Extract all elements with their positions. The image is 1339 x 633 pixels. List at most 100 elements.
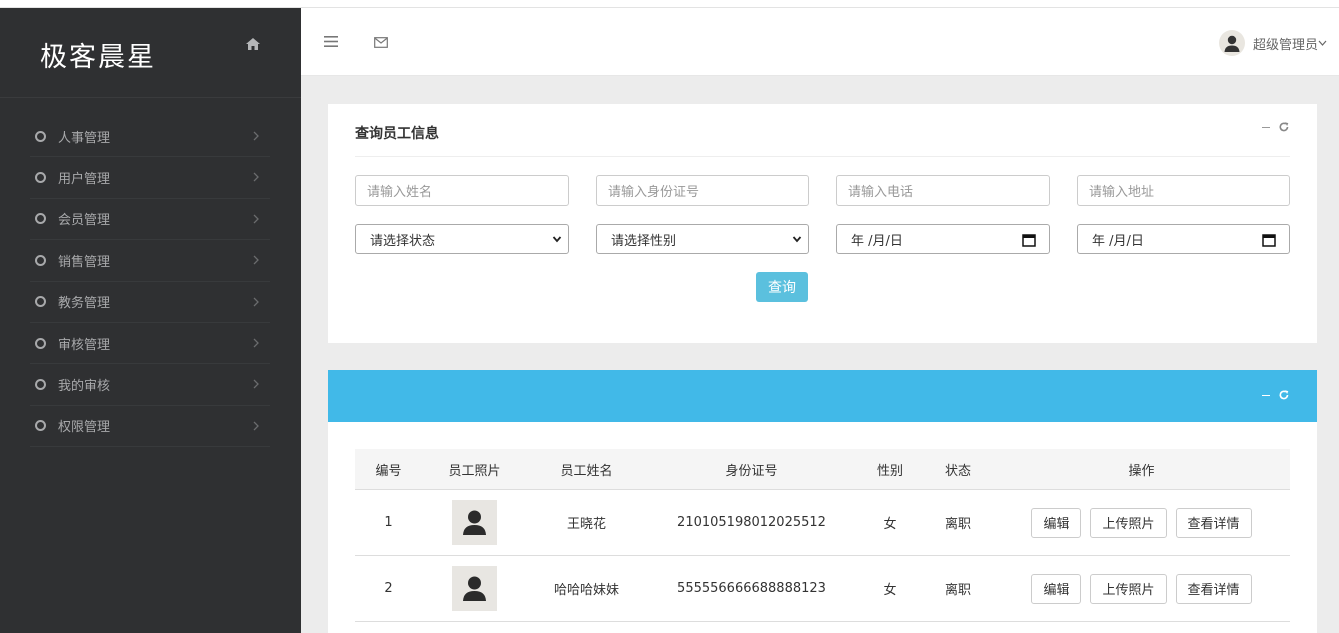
start-date-input[interactable]: 年 /月/日 [836,224,1050,254]
sidebar-item-users[interactable]: 用户管理 [30,157,270,199]
gender-select-value: 请选择性别 [611,233,677,249]
panel-title: 查询员工信息 [355,126,439,142]
query-button[interactable]: 查询 [756,272,808,302]
avatar-icon [452,566,497,611]
col-header-photo: 员工照片 [448,463,501,479]
panel-tools [1262,390,1289,400]
sidebar-item-label: 人事管理 [58,130,111,146]
upload-photo-button[interactable]: 上传照片 [1090,507,1167,538]
chevron-right-icon [253,214,259,224]
address-input[interactable]: 请输入地址 [1077,175,1290,206]
refresh-icon[interactable] [1279,390,1289,400]
sidebar-item-label: 用户管理 [58,172,111,188]
col-header-actions: 操作 [1128,463,1155,479]
avatar-icon [452,500,497,545]
sidebar-item-label: 权限管理 [58,420,111,436]
cell-actions: 编辑 上传照片 查看详情 [993,507,1290,538]
col-header-id: 编号 [375,463,402,479]
edit-button[interactable]: 编辑 [1031,573,1082,604]
sidebar-item-label: 销售管理 [58,254,111,270]
sidebar-item-my-review[interactable]: 我的审核 [30,364,270,406]
top-strip [0,0,1339,8]
collapse-icon[interactable] [1262,126,1270,128]
col-header-id-card: 身份证号 [725,463,778,479]
circle-icon [35,130,46,142]
col-header-status: 状态 [944,463,971,479]
sidebar-item-label: 教务管理 [58,296,111,312]
chevron-right-icon [253,338,259,348]
logo: 极客晨星 [40,42,156,73]
mail-icon[interactable] [374,37,388,48]
chevron-right-icon [253,131,259,141]
employee-table: 编号 员工照片 员工姓名 身份证号 性别 状态 操作 1 王晓花 2101051… [355,449,1290,622]
calendar-icon[interactable] [1022,233,1036,247]
circle-icon [35,337,46,349]
cell-gender: 女 [883,517,897,532]
end-date-value: 年 /月/日 [1092,233,1144,249]
table-row: 1 王晓花 210105198012025512 女 离职 编辑 上传照片 查看… [355,490,1290,556]
user-menu[interactable]: 超级管理员 [1218,30,1327,56]
col-header-name: 员工姓名 [560,463,613,479]
cell-id: 2 [384,581,393,596]
status-select[interactable]: 请选择状态 [355,224,569,254]
circle-icon [35,420,46,432]
start-date-value: 年 /月/日 [851,233,903,249]
phone-input[interactable]: 请输入电话 [836,175,1050,206]
chevron-right-icon [253,421,259,431]
refresh-icon[interactable] [1279,122,1289,132]
cell-id: 1 [384,515,393,530]
table-header: 编号 员工照片 员工姓名 身份证号 性别 状态 操作 [355,449,1290,490]
sidebar-item-sales[interactable]: 销售管理 [30,240,270,282]
chevron-right-icon [253,379,259,389]
cell-photo [422,500,527,545]
cell-status: 离职 [944,517,971,532]
chevron-right-icon [253,172,259,182]
sidebar-item-label: 审核管理 [58,337,111,353]
id-card-input[interactable]: 请输入身份证号 [596,175,809,206]
chevron-right-icon [253,255,259,265]
table-row: 2 哈哈哈妹妹 555556666688888123 女 离职 编辑 上传照片 … [355,556,1290,622]
sidebar-item-academic[interactable]: 教务管理 [30,282,270,323]
avatar-icon [1218,30,1245,56]
cell-id-card: 555556666688888123 [677,581,826,596]
circle-icon [35,379,46,391]
circle-icon [35,213,46,225]
panel-tools [1262,122,1289,132]
cell-id-card: 210105198012025512 [677,515,826,530]
circle-icon [35,254,46,266]
circle-icon [35,172,46,184]
view-details-button[interactable]: 查看详情 [1175,507,1252,538]
divider [355,156,1290,157]
edit-button[interactable]: 编辑 [1031,507,1082,538]
gender-select[interactable]: 请选择性别 [596,224,809,254]
sidebar-item-members[interactable]: 会员管理 [30,199,270,241]
search-panel: 查询员工信息 请输入姓名 请输入身份证号 请输入电话 请输入地址 请选择状态 请… [328,104,1317,343]
status-select-value: 请选择状态 [370,233,436,249]
menu-icon[interactable] [324,36,338,47]
home-icon[interactable] [245,37,261,51]
sidebar: 极客晨星 人事管理 用户管理 会员管理 销售管理 教务管理 审核管理 我的审核 … [0,8,301,633]
employee-list-panel: 编号 员工照片 员工姓名 身份证号 性别 状态 操作 1 王晓花 2101051… [328,370,1317,633]
divider [301,75,1339,76]
cell-status: 离职 [944,583,971,598]
end-date-input[interactable]: 年 /月/日 [1077,224,1290,254]
view-details-button[interactable]: 查看详情 [1175,573,1252,604]
chevron-down-icon [552,236,562,243]
sidebar-menu: 人事管理 用户管理 会员管理 销售管理 教务管理 审核管理 我的审核 权限管理 [30,116,270,448]
collapse-icon[interactable] [1262,394,1270,396]
sidebar-item-label: 我的审核 [58,379,111,395]
cell-photo [422,566,527,611]
sidebar-item-review[interactable]: 审核管理 [30,323,270,365]
name-input[interactable]: 请输入姓名 [355,175,569,206]
circle-icon [35,296,46,308]
panel-header [328,370,1317,422]
cell-name: 哈哈哈妹妹 [553,583,619,598]
sidebar-item-personnel[interactable]: 人事管理 [30,116,270,158]
calendar-icon[interactable] [1262,233,1276,247]
cell-name: 王晓花 [566,517,606,532]
sidebar-item-label: 会员管理 [58,213,111,229]
sidebar-item-permissions[interactable]: 权限管理 [30,406,270,448]
chevron-down-icon [792,236,802,243]
upload-photo-button[interactable]: 上传照片 [1090,573,1167,604]
logo-area: 极客晨星 [0,8,301,98]
